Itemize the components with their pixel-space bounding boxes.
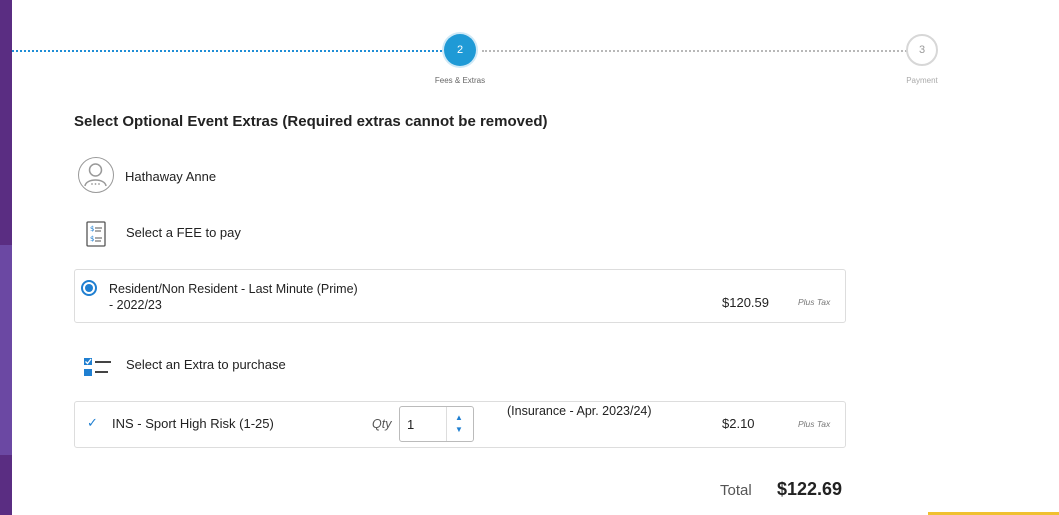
step-2-circle[interactable]: 2 — [444, 34, 476, 66]
fee-price: $120.59 — [722, 295, 769, 310]
extra-item-card[interactable]: ✓ INS - Sport High Risk (1-25) Qty 1 ▲ ▼… — [74, 401, 846, 448]
total-value: $122.69 — [777, 479, 843, 499]
fee-section-label: Select a FEE to pay — [126, 225, 241, 240]
checkmark-icon: ✓ — [87, 415, 98, 430]
progress-stepper: 2 3 Fees & Extras Payment — [12, 34, 1059, 94]
fee-radio-button[interactable] — [81, 280, 97, 296]
svg-text:$: $ — [90, 225, 94, 233]
fee-option-name: Resident/Non Resident - Last Minute (Pri… — [109, 282, 358, 312]
extra-tax-note: Plus Tax — [798, 419, 831, 429]
qty-stepper-arrows[interactable]: ▲ ▼ — [446, 407, 473, 441]
extra-item-description: (Insurance - Apr. 2023/24) — [507, 404, 652, 418]
qty-increment-icon[interactable]: ▲ — [455, 413, 463, 422]
qty-value[interactable]: 1 — [407, 417, 414, 432]
extra-item-name: INS - Sport High Risk (1-25) — [112, 416, 274, 431]
user-avatar-icon — [78, 157, 114, 193]
participant-name: Hathaway Anne — [125, 169, 217, 184]
page-title: Select Optional Event Extras (Required e… — [74, 113, 548, 130]
fee-receipt-icon: $ $ — [84, 221, 108, 252]
quantity-stepper[interactable]: 1 ▲ ▼ — [399, 406, 474, 442]
extra-price: $2.10 — [722, 416, 755, 431]
step-3-circle[interactable]: 3 — [906, 34, 938, 66]
svg-text:$: $ — [90, 235, 94, 243]
sidebar-strip-segment — [0, 245, 12, 455]
total-label: Total — [720, 482, 752, 499]
progress-line-completed — [12, 50, 442, 52]
qty-decrement-icon[interactable]: ▼ — [455, 425, 463, 434]
left-sidebar-strip — [0, 0, 12, 515]
extra-section-label: Select an Extra to purchase — [126, 357, 286, 372]
fee-tax-note: Plus Tax — [798, 297, 831, 307]
step-3-label: Payment — [906, 76, 938, 85]
progress-line-pending — [482, 50, 907, 52]
fee-option-card[interactable]: Resident/Non Resident - Last Minute (Pri… — [74, 269, 846, 323]
step-2-label: Fees & Extras — [434, 76, 486, 85]
checklist-icon — [84, 357, 112, 382]
qty-label: Qty — [372, 417, 392, 431]
